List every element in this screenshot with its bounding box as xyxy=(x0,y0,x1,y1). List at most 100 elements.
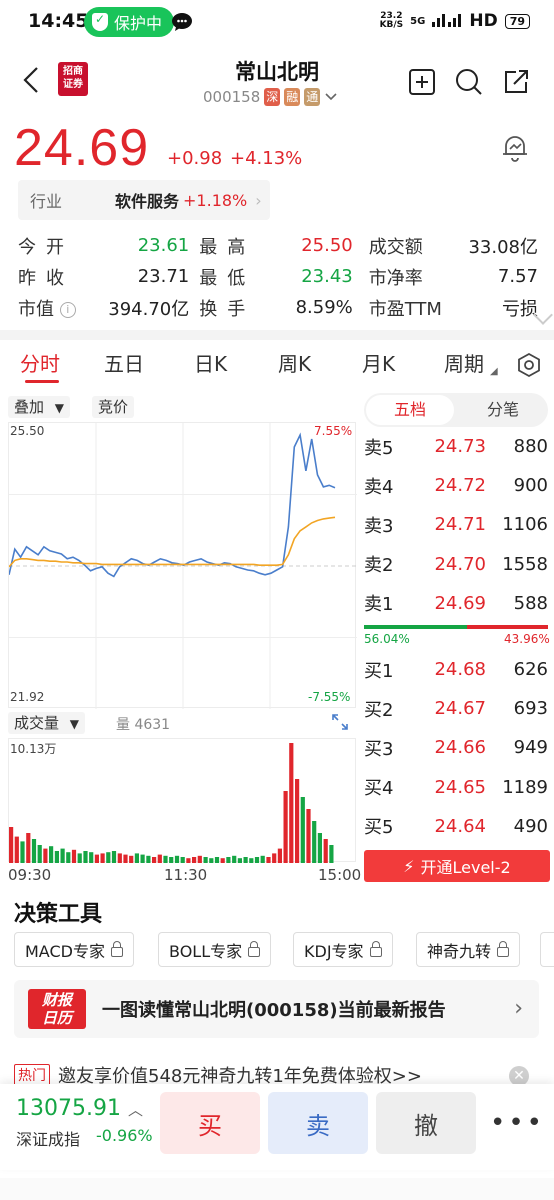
tab-five-levels[interactable]: 五档 xyxy=(366,395,454,425)
volume-bar xyxy=(186,858,191,863)
stat-value-turnover-amount: 33.08亿 xyxy=(468,236,538,258)
industry-label: 行业 xyxy=(30,192,63,211)
tool-chip-nine-turn[interactable]: 神奇九转 xyxy=(416,932,521,967)
stat-label-pb: 市净率 xyxy=(368,267,423,289)
stats-row: 市值 i 394.70亿 换手 8.59% 市盈TTM 亏损 xyxy=(18,292,538,323)
tab-period[interactable]: 周期 xyxy=(444,348,484,377)
stock-code-row[interactable]: 000158 深 融 通 xyxy=(203,88,338,106)
stat-value-open: 23.61 xyxy=(137,235,190,256)
more-icon[interactable]: ••• xyxy=(490,1108,545,1138)
volume-bar xyxy=(220,858,225,863)
protect-status-pill[interactable]: 保护中 xyxy=(84,7,175,37)
sell-button[interactable]: 卖 xyxy=(268,1092,368,1154)
tool-chip-more[interactable] xyxy=(540,932,554,967)
stat-value-low: 23.43 xyxy=(301,266,353,287)
net-speed: 23.2 KB/S xyxy=(379,11,404,30)
volume-bar xyxy=(192,857,197,863)
volume-bar xyxy=(49,846,54,863)
stats-row: 今开 23.61 最高 25.50 成交额 33.08亿 xyxy=(18,230,538,261)
volume-bar xyxy=(329,845,334,863)
stat-value-prev-close: 23.71 xyxy=(137,266,190,287)
alert-bell-icon[interactable] xyxy=(500,132,530,168)
ask-book: 卖5 24.73 880 卖4 24.72 900 卖3 24.71 1106 卖2 24.7… xyxy=(364,427,550,623)
volume-bar xyxy=(129,855,134,863)
volume-bar xyxy=(323,839,328,863)
volume-bar xyxy=(272,853,277,863)
price-change-pct: +4.13% xyxy=(230,148,303,169)
volume-bar xyxy=(134,853,139,863)
ask-row: 卖4 24.72 900 xyxy=(364,475,548,498)
stat-value-turnover-rate: 8.59% xyxy=(295,297,353,318)
shield-icon xyxy=(92,12,108,31)
stat-value-pb: 7.57 xyxy=(497,266,538,287)
lock-icon xyxy=(248,940,261,957)
overlay-label: 叠加 xyxy=(14,398,45,416)
report-text: 一图读懂常山北明(000158)当前最新报告 xyxy=(102,1000,446,1021)
add-watchlist-icon[interactable] xyxy=(408,68,436,100)
volume-bar xyxy=(60,848,65,863)
volume-bar xyxy=(237,858,242,863)
ask-row: 卖1 24.69 588 xyxy=(364,592,548,616)
stat-label-prev-close: 昨收 xyxy=(18,267,74,289)
volume-bar xyxy=(203,857,208,863)
ask-row: 卖2 24.70 1558 xyxy=(364,553,548,577)
volume-bar xyxy=(43,848,48,863)
bottom-ghost-row xyxy=(0,1178,554,1200)
volume-chart[interactable] xyxy=(8,738,356,863)
chevron-up-icon: ︿ xyxy=(127,1101,143,1119)
buy-button[interactable]: 买 xyxy=(160,1092,260,1154)
stat-label-turnover-amount: 成交额 xyxy=(368,236,423,258)
tool-chip-boll[interactable]: BOLL专家 xyxy=(158,932,272,967)
x-tick-label: 15:00 xyxy=(318,866,362,884)
share-icon[interactable] xyxy=(502,68,530,100)
volume-bar xyxy=(146,855,151,863)
tab-day-k[interactable]: 日K xyxy=(194,348,227,377)
volume-bar xyxy=(260,855,265,863)
chevron-down-icon xyxy=(324,88,338,106)
volume-bar xyxy=(111,851,117,863)
overlay-dropdown[interactable]: 叠加 ▼ xyxy=(8,396,71,418)
tab-month-k[interactable]: 月K xyxy=(362,348,395,377)
tab-5day[interactable]: 五日 xyxy=(104,348,144,377)
info-icon[interactable]: i xyxy=(59,301,76,318)
tab-week-k[interactable]: 周K xyxy=(278,348,311,377)
volume-bar xyxy=(174,855,180,863)
volume-bar xyxy=(226,857,231,863)
volume-bar xyxy=(317,833,322,863)
expand-chart-icon[interactable] xyxy=(330,712,350,736)
tools-title: 决策工具 xyxy=(14,902,103,927)
auction-button[interactable]: 竞价 xyxy=(92,396,135,418)
chart-settings-icon[interactable] xyxy=(516,352,542,382)
volume-bar xyxy=(117,853,122,863)
volume-bar xyxy=(209,858,214,863)
tab-ticks[interactable]: 分笔 xyxy=(460,395,546,425)
x-tick-label: 11:30 xyxy=(164,866,208,884)
industry-pct: +1.18% xyxy=(183,190,248,210)
volume-indicator-dropdown[interactable]: 成交量 ▼ xyxy=(8,712,86,734)
volume-bar xyxy=(37,845,42,863)
volume-bar xyxy=(157,854,162,863)
bid-row: 买3 24.66 949 xyxy=(364,737,548,760)
tab-intraday[interactable]: 分时 xyxy=(20,348,60,377)
volume-bar xyxy=(163,855,168,863)
wechat-icon xyxy=(172,12,196,36)
volume-label: 成交量 xyxy=(14,714,60,732)
cancel-order-button[interactable]: 撤 xyxy=(376,1092,476,1154)
index-name: 深证成指 xyxy=(16,1130,81,1149)
level2-label: 开通Level-2 xyxy=(420,858,511,877)
index-value[interactable]: 13075.91 ︿ xyxy=(16,1096,143,1121)
close-icon[interactable]: ✕ xyxy=(509,1066,529,1086)
stat-label-open: 今开 xyxy=(18,236,74,258)
intraday-chart[interactable] xyxy=(8,422,357,709)
search-icon[interactable] xyxy=(455,68,483,100)
hd-label: HD xyxy=(469,11,498,31)
stat-label-pe: 市盈TTM xyxy=(368,298,442,320)
lock-icon xyxy=(497,940,510,957)
tool-chip-kdj[interactable]: KDJ专家 xyxy=(293,932,393,967)
report-banner[interactable]: 财报 日历 一图读懂常山北明(000158)当前最新报告 › xyxy=(14,980,539,1038)
industry-link[interactable]: 行业 软件服务 +1.18% › xyxy=(18,180,270,220)
stat-label-low: 最低 xyxy=(199,267,256,289)
tag-tong: 通 xyxy=(304,88,321,106)
level2-button[interactable]: ⚡ 开通Level-2 xyxy=(364,850,550,882)
tool-chip-macd[interactable]: MACD专家 xyxy=(14,932,134,967)
